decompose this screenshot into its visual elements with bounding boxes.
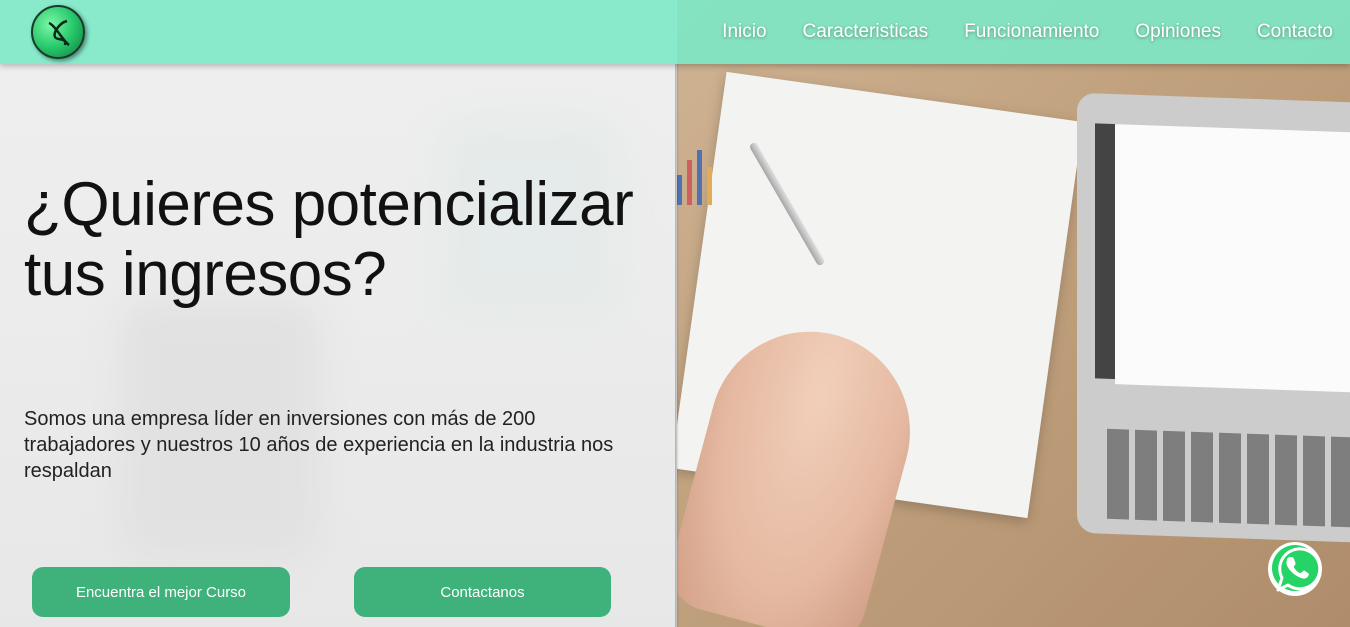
whatsapp-icon[interactable] xyxy=(1266,540,1324,598)
hero-description: Somos una empresa líder en inversiones c… xyxy=(24,408,614,482)
brand-logo-icon[interactable] xyxy=(31,5,85,59)
hero-background-left xyxy=(0,0,677,627)
hero-background xyxy=(0,0,1350,627)
navbar: Inicio Caracteristicas Funcionamiento Op… xyxy=(0,0,1350,64)
hero-photo xyxy=(677,0,1350,627)
nav-inicio[interactable]: Inicio xyxy=(722,21,766,43)
hero-title: ¿Quieres potencializar tus ingresos? xyxy=(24,170,674,310)
hero-title-line2: tus ingresos? xyxy=(24,240,387,309)
nav-contacto[interactable]: Contacto xyxy=(1257,21,1333,43)
hero-title-line1: ¿Quieres potencializar xyxy=(24,170,634,239)
contact-button[interactable]: Contactanos xyxy=(354,567,611,617)
nav-opiniones[interactable]: Opiniones xyxy=(1135,21,1221,43)
hero-overlay xyxy=(0,0,677,627)
nav-caracteristicas[interactable]: Caracteristicas xyxy=(803,21,929,43)
nav-funcionamiento[interactable]: Funcionamiento xyxy=(964,21,1099,43)
main-nav: Inicio Caracteristicas Funcionamiento Op… xyxy=(722,0,1333,64)
divider-shadow xyxy=(675,64,679,627)
find-course-button[interactable]: Encuentra el mejor Curso xyxy=(32,567,290,617)
